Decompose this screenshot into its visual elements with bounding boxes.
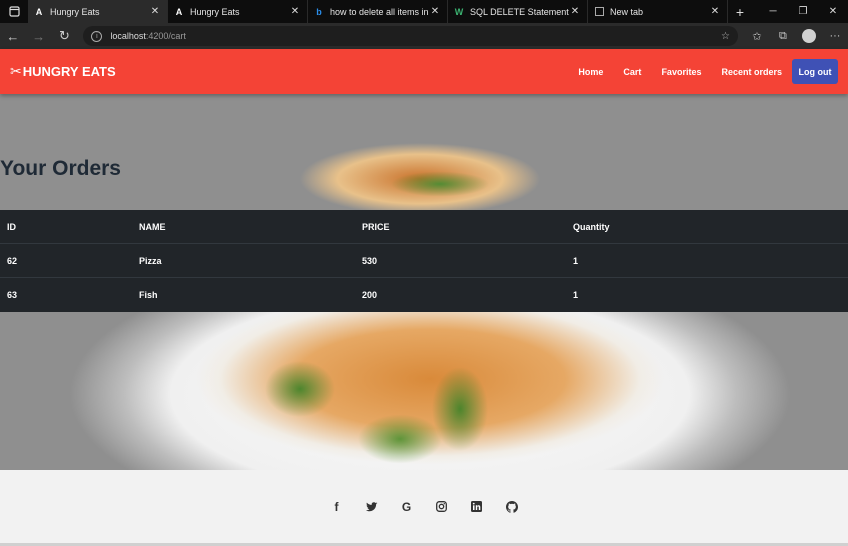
browser-tab[interactable]: A Hungry Eats ✕ [28, 0, 168, 23]
github-icon[interactable] [504, 499, 520, 515]
nav-favorites[interactable]: Favorites [661, 67, 701, 77]
new-tab-favicon-icon [594, 7, 604, 17]
cell-name: Pizza [139, 255, 162, 266]
social-links: f G [329, 499, 520, 515]
column-header-price: PRICE [362, 221, 390, 232]
browser-tab-bar: A Hungry Eats ✕ A Hungry Eats ✕ b how to… [0, 0, 848, 23]
bing-favicon-icon: b [316, 6, 322, 17]
footer: f G [0, 470, 848, 546]
cell-quantity: 1 [573, 290, 579, 300]
twitter-icon[interactable] [364, 499, 380, 515]
minimize-icon[interactable]: ─ [758, 0, 788, 23]
cell-id: 62 [7, 255, 18, 266]
brand[interactable]: ✂ HUNGRY EATS [10, 63, 116, 80]
url-path: :4200/cart [145, 31, 186, 41]
cell-name: Fish [139, 290, 158, 300]
nav-links: Home Cart Favorites Recent orders Log ou… [558, 59, 838, 84]
settings-more-icon[interactable]: ··· [822, 23, 848, 49]
close-tab-icon[interactable]: ✕ [149, 6, 161, 17]
angular-favicon-icon: A [35, 6, 43, 17]
profile-avatar[interactable] [796, 23, 822, 49]
browser-toolbar: ✩ ⧉ ··· [744, 23, 848, 49]
linkedin-icon[interactable] [469, 499, 485, 515]
nav-recent-orders[interactable]: Recent orders [721, 67, 782, 77]
facebook-icon[interactable]: f [329, 499, 345, 515]
cell-id: 63 [7, 290, 18, 300]
back-icon[interactable]: ← [0, 23, 26, 49]
browser-tab[interactable]: W SQL DELETE Statement ✕ [448, 0, 588, 23]
cell-price: 530 [362, 255, 378, 266]
brand-name: HUNGRY EATS [22, 64, 116, 79]
address-bar-row: ← → ↻ i localhost:4200/cart ☆ ✩ ⧉ ··· [0, 23, 848, 49]
page-content: ✂ HUNGRY EATS Home Cart Favorites Recent… [0, 49, 848, 546]
restore-icon[interactable]: ❐ [788, 0, 818, 23]
table-header-row: ID NAME PRICE Quantity [0, 210, 848, 244]
app-navbar: ✂ HUNGRY EATS Home Cart Favorites Recent… [0, 49, 848, 94]
add-favorite-icon[interactable]: ☆ [721, 31, 730, 42]
table-row: 63 Fish 200 1 [0, 278, 848, 312]
forward-icon[interactable]: → [26, 23, 52, 49]
tab-actions-icon[interactable] [0, 0, 28, 23]
instagram-icon[interactable] [434, 499, 450, 515]
column-header-id: ID [7, 221, 16, 232]
tab-title: how to delete all items in table i [330, 6, 429, 17]
close-window-icon[interactable]: ✕ [818, 0, 848, 23]
url-host: localhost [110, 31, 146, 41]
close-tab-icon[interactable]: ✕ [709, 6, 721, 17]
column-header-quantity: Quantity [573, 221, 610, 232]
tab-title: Hungry Eats [50, 6, 100, 17]
angular-favicon-icon: A [175, 6, 183, 17]
fork-knife-icon: ✂ [10, 63, 22, 79]
column-header-name: NAME [139, 221, 166, 232]
tab-title: Hungry Eats [190, 6, 240, 17]
close-tab-icon[interactable]: ✕ [429, 6, 441, 17]
tab-title: SQL DELETE Statement [470, 6, 569, 17]
window-controls: ─ ❐ ✕ [758, 0, 848, 23]
w3schools-favicon-icon: W [454, 6, 464, 17]
favorites-icon[interactable]: ✩ [744, 23, 770, 49]
close-tab-icon[interactable]: ✕ [569, 6, 581, 17]
browser-tab[interactable]: b how to delete all items in table i ✕ [308, 0, 448, 23]
cell-price: 200 [362, 290, 378, 300]
browser-tab[interactable]: A Hungry Eats ✕ [168, 0, 308, 23]
logout-button[interactable]: Log out [792, 59, 838, 84]
nav-home[interactable]: Home [578, 67, 603, 77]
new-tab-icon[interactable]: + [728, 0, 752, 23]
orders-table: ID NAME PRICE Quantity 62 Pizza 530 1 63… [0, 210, 848, 312]
collections-icon[interactable]: ⧉ [770, 23, 796, 49]
nav-cart[interactable]: Cart [623, 67, 641, 77]
page-title: Your Orders [0, 157, 121, 180]
cell-quantity: 1 [573, 255, 579, 266]
refresh-icon[interactable]: ↻ [52, 23, 78, 49]
browser-tab[interactable]: New tab ✕ [588, 0, 728, 23]
url-input[interactable]: i localhost:4200/cart ☆ [83, 26, 738, 46]
tab-title: New tab [610, 6, 644, 17]
table-row: 62 Pizza 530 1 [0, 244, 848, 278]
close-tab-icon[interactable]: ✕ [289, 6, 301, 17]
site-info-icon[interactable]: i [91, 30, 103, 42]
google-icon[interactable]: G [399, 499, 415, 515]
